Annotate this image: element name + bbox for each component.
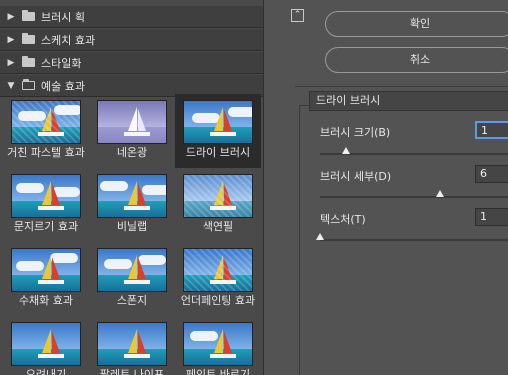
- filter-gallery-panel: ▶ 브러시 획 ▶ 스케치 효과 ▶ 스타일화 ▼ 예술 효과 거친 파스텔 효…: [0, 0, 264, 375]
- filter-preview-image: [97, 174, 167, 218]
- filter-thumb-paint-daubs[interactable]: 페인트 바르기: [175, 316, 261, 375]
- folder-icon: [22, 56, 35, 67]
- brush-detail-slider-thumb[interactable]: [436, 190, 444, 197]
- category-label: 예술 효과: [41, 79, 85, 93]
- double-chevron-up-icon[interactable]: ⌃: [291, 9, 304, 22]
- brush-detail-input[interactable]: 6: [475, 165, 508, 183]
- expand-triangle-icon[interactable]: ▶: [0, 35, 22, 45]
- filter-thumb-cutout[interactable]: 오려내기: [3, 316, 89, 375]
- filter-thumb-neon-glow[interactable]: 네온광: [89, 94, 175, 168]
- brush-detail-label: 브러시 세부(D): [320, 170, 392, 183]
- filter-label: 거친 파스텔 효과: [7, 146, 85, 159]
- category-label: 스케치 효과: [41, 33, 96, 47]
- filter-thumb-smudge-stick[interactable]: 문지르기 효과: [3, 168, 89, 242]
- filter-preview-image: [183, 174, 253, 218]
- filter-select-dropdown[interactable]: 드라이 브러시: [309, 91, 508, 111]
- filter-preview-image: [183, 100, 253, 144]
- expand-triangle-icon[interactable]: ▶: [0, 12, 22, 22]
- filter-preview-image: [97, 322, 167, 366]
- filter-preview-image: [97, 100, 167, 144]
- brush-size-input[interactable]: 1: [475, 121, 508, 139]
- cancel-button[interactable]: 취소: [325, 47, 508, 73]
- texture-slider-thumb[interactable]: [316, 233, 324, 240]
- texture-label: 텍스처(T): [320, 213, 366, 226]
- filter-label: 오려내기: [25, 368, 67, 375]
- folder-icon: [22, 33, 35, 44]
- filter-thumb-watercolor[interactable]: 수채화 효과: [3, 242, 89, 316]
- filter-thumb-dry-brush[interactable]: 드라이 브러시: [175, 94, 261, 168]
- filter-preview-image: [97, 248, 167, 292]
- filter-thumb-rough-pastels[interactable]: 거친 파스텔 효과: [3, 94, 89, 168]
- category-label: 스타일화: [41, 56, 82, 70]
- filter-preview-image: [11, 322, 81, 366]
- category-label: 브러시 획: [41, 10, 85, 24]
- category-stylize[interactable]: ▶ 스타일화: [0, 52, 263, 74]
- category-brush-strokes[interactable]: ▶ 브러시 획: [0, 6, 263, 28]
- filter-thumb-palette-knife[interactable]: 팔레트 나이프: [89, 316, 175, 375]
- collapse-triangle-icon[interactable]: ▼: [0, 81, 22, 91]
- ok-button[interactable]: 확인: [325, 11, 508, 37]
- expand-triangle-icon[interactable]: ▶: [0, 58, 22, 68]
- filter-preview-image: [183, 248, 253, 292]
- filter-label: 드라이 브러시: [185, 146, 251, 159]
- filter-thumb-colored-pencil[interactable]: 색연필: [175, 168, 261, 242]
- filter-label: 페인트 바르기: [185, 368, 251, 375]
- brush-detail-slider-track[interactable]: [320, 196, 508, 198]
- filter-label: 수채화 효과: [18, 294, 74, 307]
- brush-size-label: 브러시 크기(B): [320, 126, 391, 139]
- filter-label: 네온광: [116, 146, 148, 159]
- folder-icon: [22, 10, 35, 21]
- filter-label: 문지르기 효과: [13, 220, 79, 233]
- category-sketch[interactable]: ▶ 스케치 효과: [0, 29, 263, 51]
- filter-preview-image: [11, 100, 81, 144]
- filter-preview-image: [183, 322, 253, 366]
- filter-label: 스폰지: [116, 294, 148, 307]
- open-folder-icon: [22, 79, 35, 90]
- filter-label: 색연필: [202, 220, 234, 233]
- filter-preview-image: [11, 248, 81, 292]
- filter-label: 비닐랩: [116, 220, 148, 233]
- filter-label: 팔레트 나이프: [99, 368, 165, 375]
- filter-thumb-sponge[interactable]: 스폰지: [89, 242, 175, 316]
- filter-label: 언더페인팅 효과: [180, 294, 256, 307]
- texture-slider-track[interactable]: [320, 239, 508, 241]
- filter-thumb-underpainting[interactable]: 언더페인팅 효과: [175, 242, 261, 316]
- filter-preview-image: [11, 174, 81, 218]
- filter-settings-panel: ⌃ 확인 취소 드라이 브러시 브러시 크기(B) 1 브러시 세부(D) 6 …: [265, 0, 508, 375]
- brush-size-slider-thumb[interactable]: [342, 147, 350, 154]
- filter-thumb-plastic-wrap[interactable]: 비닐랩: [89, 168, 175, 242]
- divider: [295, 86, 508, 87]
- texture-input[interactable]: 1: [475, 208, 508, 226]
